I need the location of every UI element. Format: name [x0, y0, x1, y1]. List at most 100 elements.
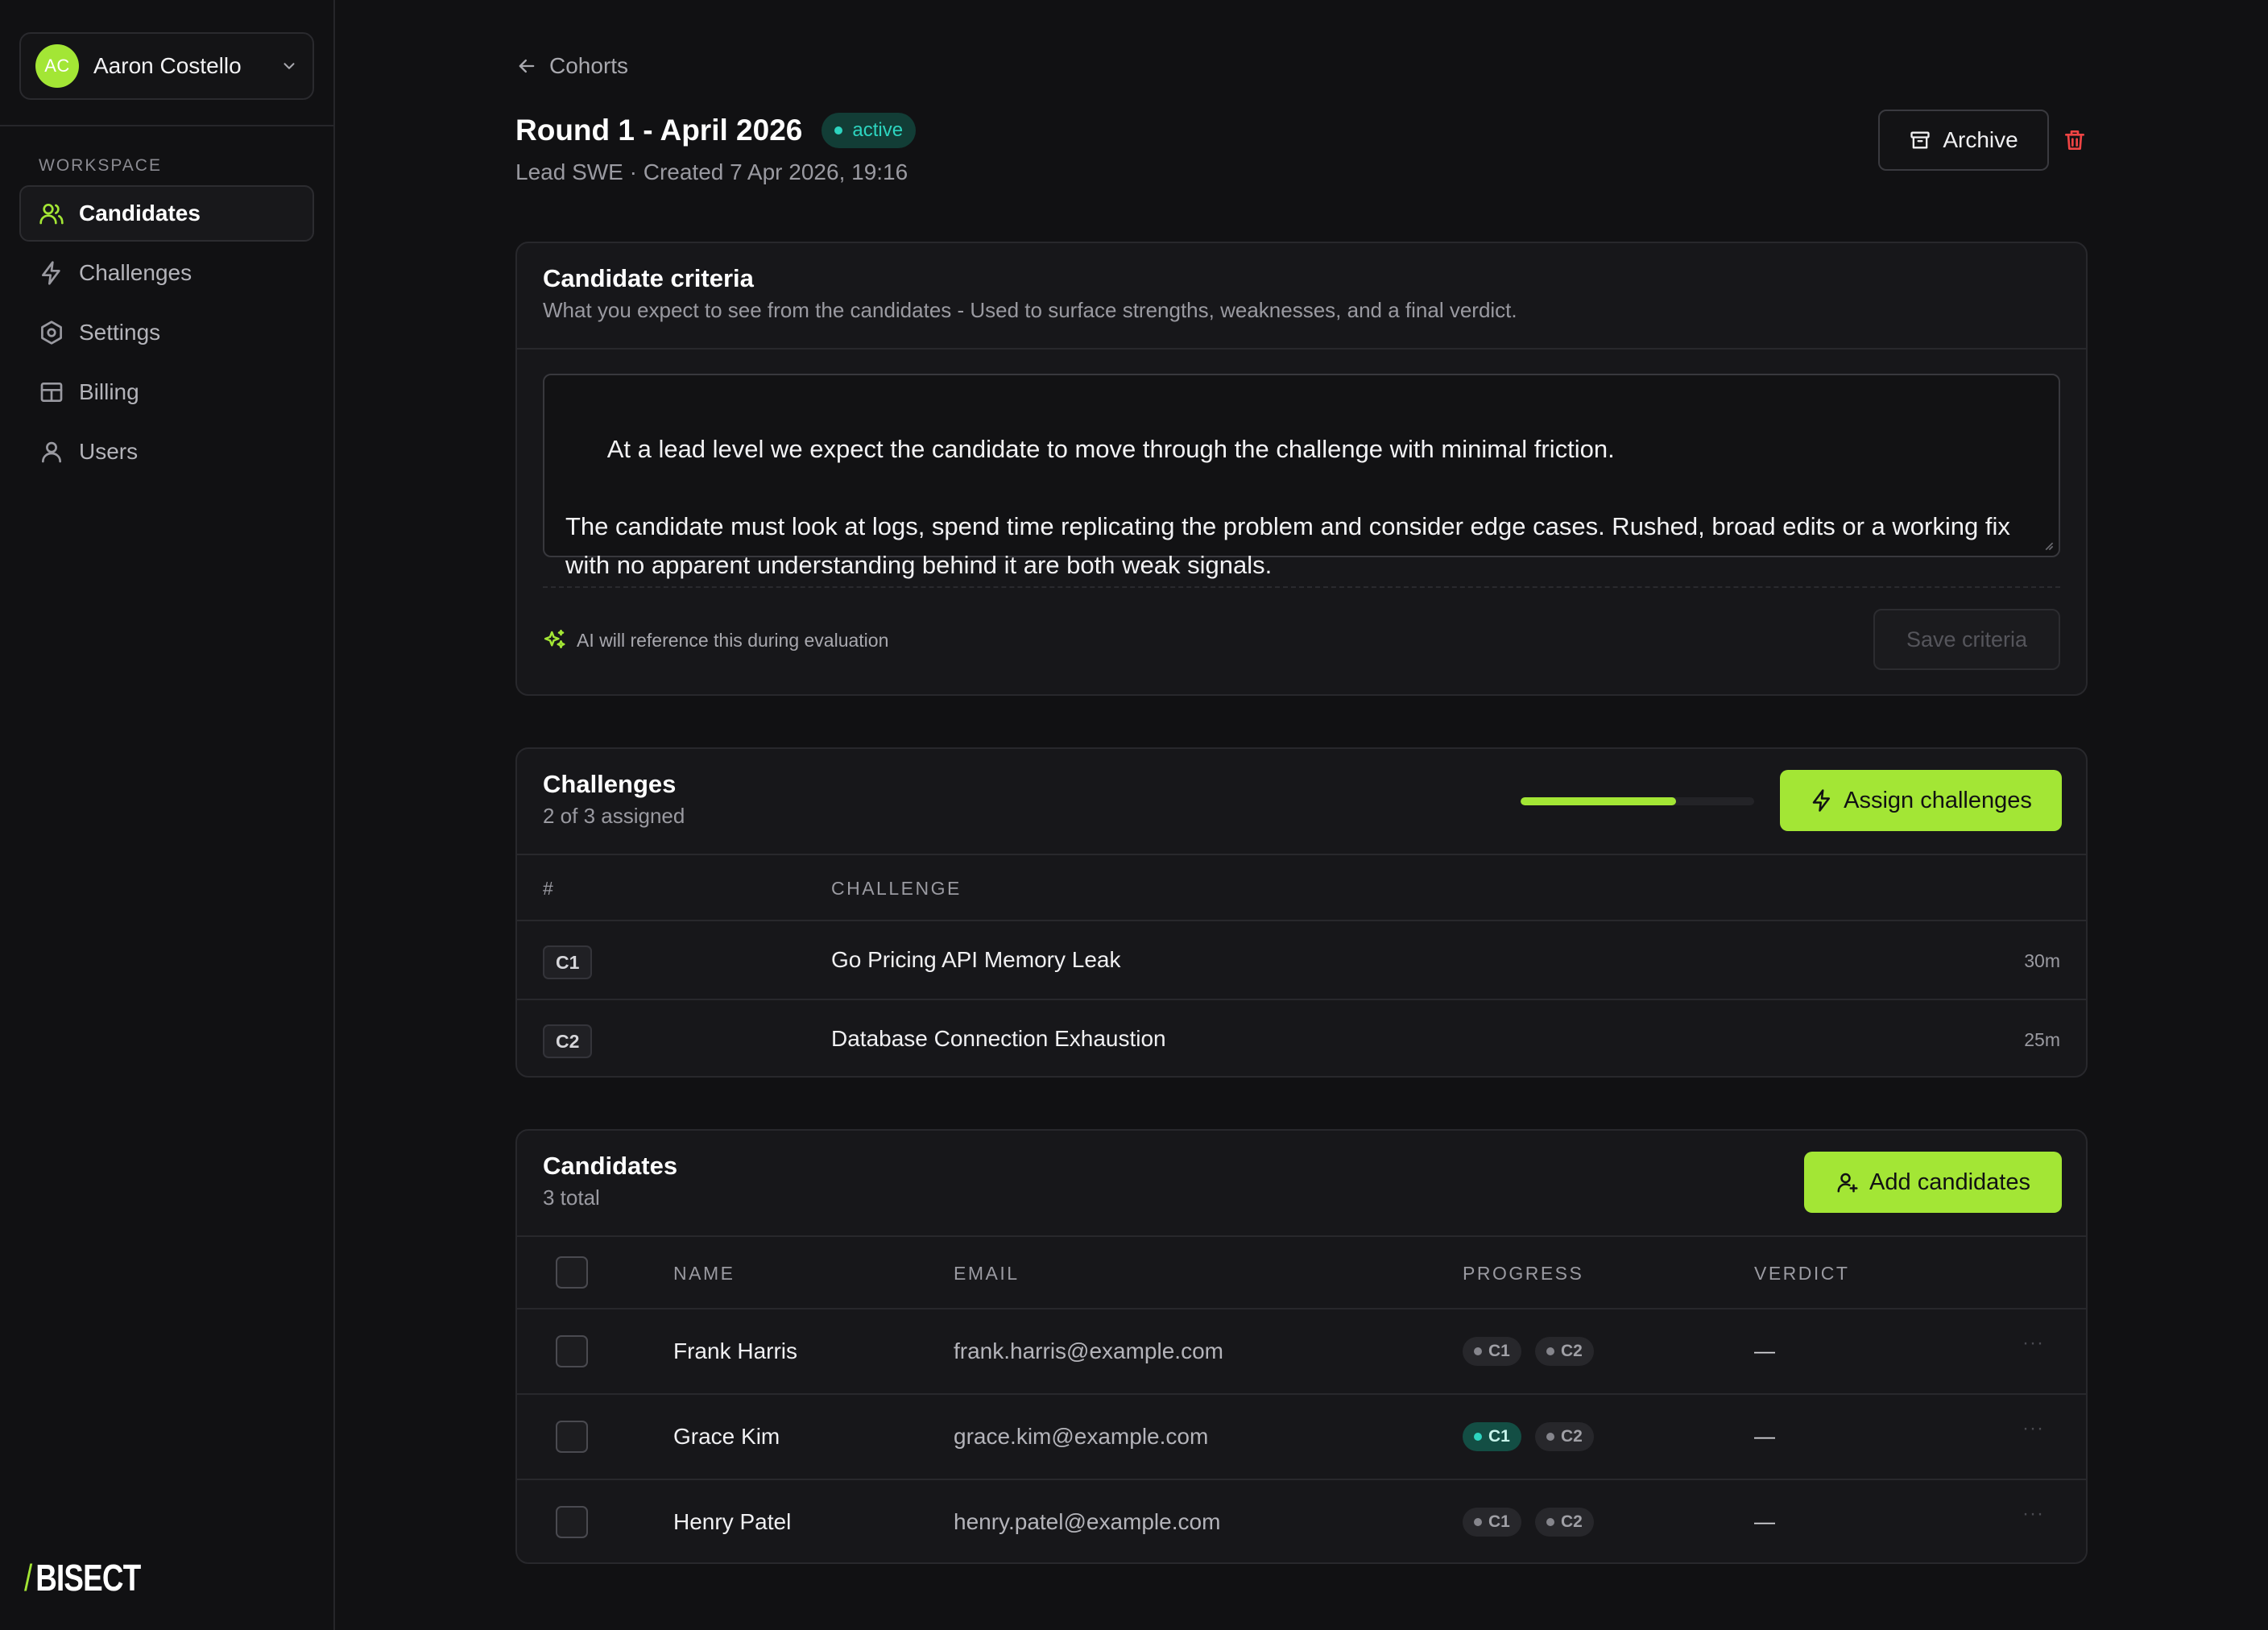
back-link-label: Cohorts — [549, 53, 629, 78]
row-checkbox[interactable] — [556, 1506, 588, 1538]
assign-challenges-button[interactable]: Assign challenges — [1780, 770, 2062, 831]
progress-chip-c1: C1 — [1463, 1422, 1521, 1451]
progress-dot — [1474, 1347, 1482, 1355]
progress-chip-label: C2 — [1561, 1512, 1583, 1531]
challenge-name: Database Connection Exhaustion — [831, 1026, 1166, 1051]
candidate-email: frank.harris@example.com — [954, 1338, 1223, 1363]
archive-button[interactable]: Archive — [1878, 110, 2049, 171]
candidates-title: Candidates — [543, 1152, 678, 1180]
ai-note: AI will reference this during evaluation — [543, 628, 888, 652]
row-menu-button[interactable]: ··· — [2022, 1332, 2044, 1355]
user-plus-icon — [1837, 1173, 1858, 1193]
candidate-name: Grace Kim — [673, 1424, 780, 1449]
row-checkbox[interactable] — [556, 1421, 588, 1453]
arrow-left-icon — [519, 59, 535, 73]
gear-icon — [41, 321, 62, 345]
account-name: Aaron Costello — [93, 53, 242, 78]
row-menu-button[interactable]: ··· — [2022, 1417, 2044, 1440]
progress-chip-label: C1 — [1488, 1512, 1510, 1531]
sidebar-item-users[interactable]: Users — [19, 424, 314, 480]
progress-chip-label: C1 — [1488, 1427, 1510, 1446]
candidate-verdict: — — [1754, 1509, 1775, 1533]
column-header-email: EMAIL — [954, 1263, 1020, 1284]
sidebar-nav: Candidates Challenges Settings Billing U… — [19, 185, 314, 483]
column-header-progress: PROGRESS — [1463, 1263, 1584, 1284]
trash-icon[interactable] — [2062, 127, 2088, 153]
sidebar-item-candidates[interactable]: Candidates — [19, 185, 314, 242]
challenge-code: C1 — [543, 945, 593, 979]
candidate-verdict: — — [1754, 1424, 1775, 1448]
candidate-email: henry.patel@example.com — [954, 1509, 1221, 1534]
progress-dot — [1474, 1518, 1482, 1526]
section-label-workspace: WORKSPACE — [39, 156, 162, 175]
sidebar-item-challenges[interactable]: Challenges — [19, 245, 314, 301]
sidebar-item-billing[interactable]: Billing — [19, 364, 314, 420]
progress-dot — [1546, 1347, 1554, 1355]
challenges-progress-bar — [1521, 797, 1754, 805]
lightning-icon — [42, 261, 60, 285]
archive-button-label: Archive — [1943, 127, 2018, 152]
status-badge: active — [822, 113, 917, 148]
challenge-code: C2 — [543, 1024, 593, 1058]
avatar: AC — [35, 44, 79, 88]
criteria-title: Candidate criteria — [543, 264, 754, 292]
column-header-challenge: CHALLENGE — [831, 878, 962, 899]
sidebar-item-settings[interactable]: Settings — [19, 304, 314, 361]
users-icon — [39, 204, 64, 225]
chevron-down-icon — [284, 63, 295, 69]
add-candidates-label: Add candidates — [1869, 1169, 2030, 1195]
candidates-table-header: NAME EMAIL PROGRESS VERDICT — [517, 1235, 2086, 1308]
resize-grip-icon[interactable] — [2042, 540, 2054, 551]
lightning-icon — [1812, 789, 1831, 812]
candidate-row[interactable]: Grace Kim grace.kim@example.com C1 C2 — … — [517, 1393, 2086, 1479]
archive-icon — [1910, 131, 1930, 149]
progress-chip-c2: C2 — [1535, 1422, 1594, 1451]
sparkles-icon — [544, 629, 565, 648]
challenges-summary: 2 of 3 assigned — [543, 804, 685, 828]
criteria-header: Candidate criteria What you expect to se… — [543, 264, 1517, 323]
brand-slash: / — [24, 1557, 32, 1599]
row-checkbox[interactable] — [556, 1335, 588, 1367]
sidebar-divider — [0, 125, 333, 126]
candidate-verdict: — — [1754, 1338, 1775, 1363]
status-dot — [834, 126, 843, 134]
candidate-row[interactable]: Henry Patel henry.patel@example.com C1 C… — [517, 1479, 2086, 1562]
criteria-card: Candidate criteria What you expect to se… — [515, 242, 2088, 696]
challenges-progress-fill — [1521, 797, 1677, 805]
column-header-verdict: VERDICT — [1754, 1263, 1850, 1284]
challenges-table-header: # CHALLENGE — [517, 854, 2086, 920]
account-switcher[interactable]: AC Aaron Costello — [19, 32, 314, 100]
page-title: Round 1 - April 2026 — [515, 114, 803, 147]
row-menu-button[interactable]: ··· — [2022, 1503, 2044, 1525]
challenge-row[interactable]: C2 Database Connection Exhaustion 25m — [517, 999, 2086, 1076]
criteria-dashed-divider — [543, 586, 2060, 588]
challenge-name: Go Pricing API Memory Leak — [831, 947, 1121, 972]
challenge-duration: 30m — [2024, 950, 2060, 971]
candidates-summary: 3 total — [543, 1185, 600, 1210]
challenge-duration: 25m — [2024, 1029, 2060, 1050]
assign-challenges-label: Assign challenges — [1844, 787, 2032, 813]
add-candidates-button[interactable]: Add candidates — [1804, 1152, 2062, 1213]
challenge-row[interactable]: C1 Go Pricing API Memory Leak 30m — [517, 920, 2086, 999]
title-row: Round 1 - April 2026 active — [515, 113, 917, 148]
progress-dot — [1546, 1433, 1554, 1441]
user-icon — [42, 441, 61, 463]
criteria-text: At a lead level we expect the candidate … — [565, 435, 2010, 579]
challenges-card: Challenges 2 of 3 assigned Assign challe… — [515, 747, 2088, 1078]
ai-note-label: AI will reference this during evaluation — [577, 629, 889, 651]
criteria-description: What you expect to see from the candidat… — [543, 298, 1517, 322]
save-criteria-button[interactable]: Save criteria — [1873, 609, 2060, 670]
sidebar-item-label: Users — [79, 439, 139, 464]
candidate-name: Frank Harris — [673, 1338, 798, 1363]
criteria-divider — [517, 348, 2086, 350]
status-label: active — [852, 119, 904, 141]
progress-chip-label: C2 — [1561, 1342, 1583, 1360]
back-link[interactable]: Cohorts — [515, 53, 628, 79]
candidate-name: Henry Patel — [673, 1509, 792, 1534]
challenges-header: Challenges 2 of 3 assigned — [543, 770, 685, 829]
progress-chip-c2: C2 — [1535, 1337, 1594, 1366]
criteria-textarea[interactable]: At a lead level we expect the candidate … — [543, 374, 2060, 579]
select-all-checkbox[interactable] — [556, 1256, 588, 1289]
candidate-email: grace.kim@example.com — [954, 1424, 1209, 1449]
candidate-row[interactable]: Frank Harris frank.harris@example.com C1… — [517, 1308, 2086, 1393]
